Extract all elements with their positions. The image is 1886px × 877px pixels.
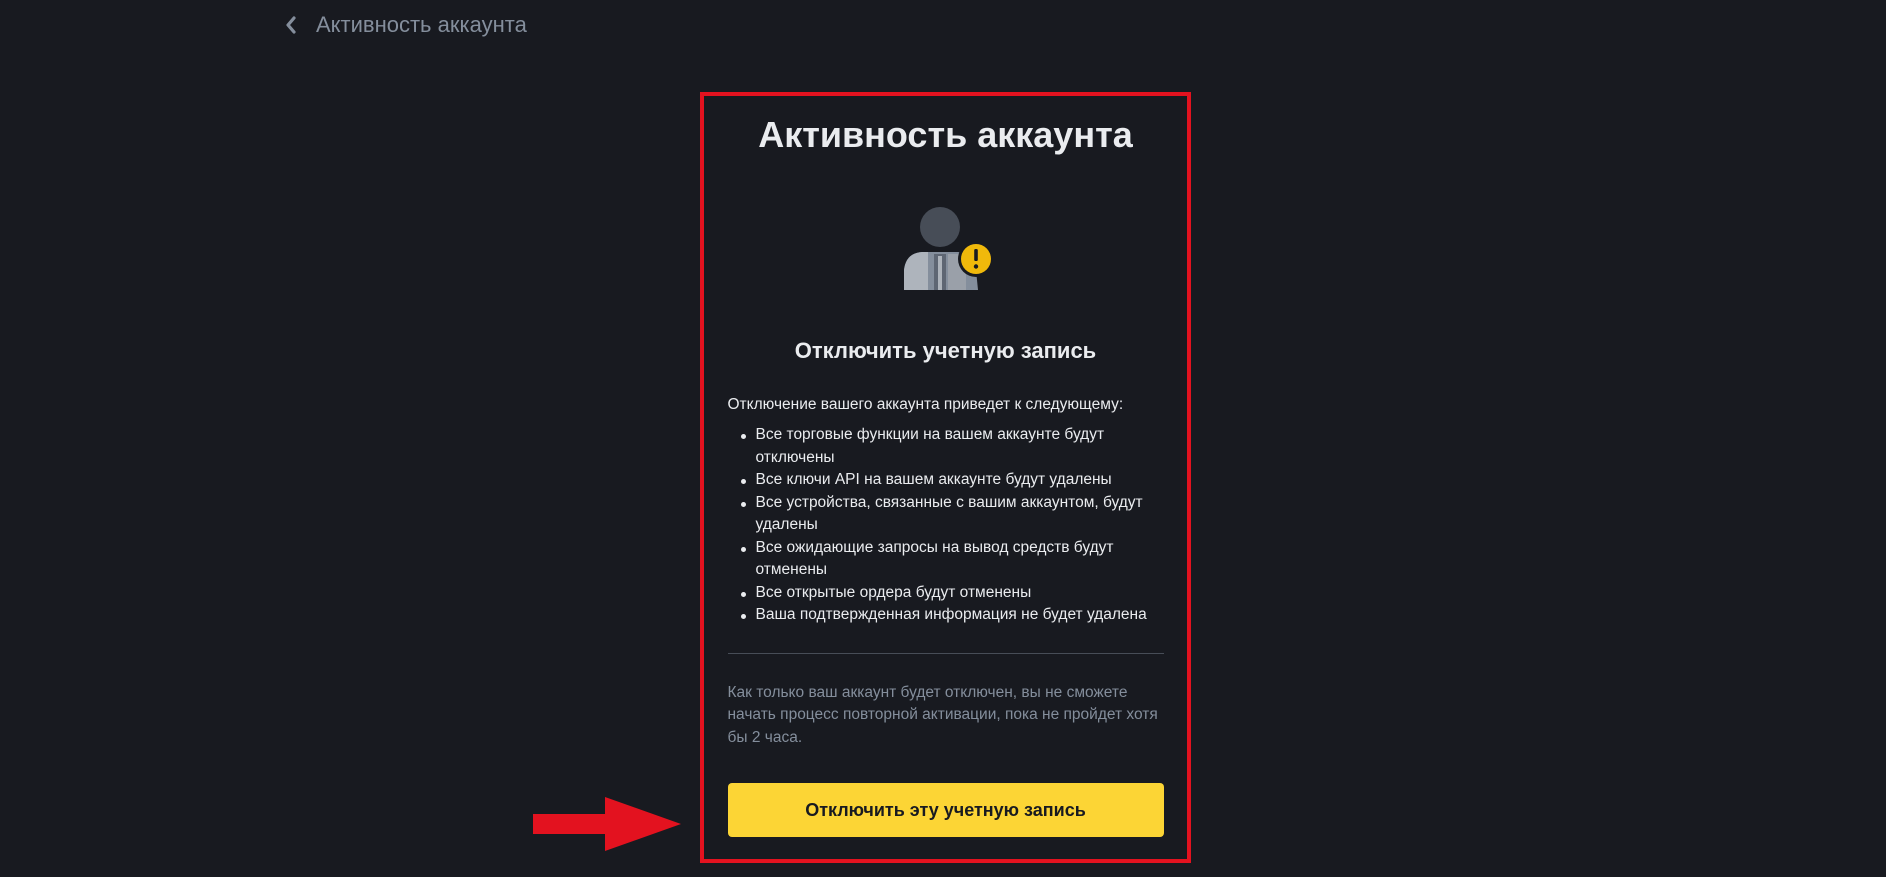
deactivate-account-card: Активность аккаунта Отключить учетную за… <box>704 96 1187 859</box>
consequence-item: Все открытые ордера будут отменены <box>728 582 1164 605</box>
divider <box>727 652 1164 654</box>
arrow-right-icon <box>533 797 681 851</box>
consequence-item: Все ключи API на вашем аккаунте будут уд… <box>728 469 1164 492</box>
consequences-intro: Отключение вашего аккаунта приведет к сл… <box>727 396 1124 413</box>
card-title: Активность аккаунта <box>758 114 1133 155</box>
back-navigation[interactable]: Активность аккаунта <box>280 8 527 42</box>
consequence-item: Ваша подтвержденная информация не будет … <box>728 604 1164 627</box>
disable-account-button[interactable]: Отключить эту учетную запись <box>727 783 1164 837</box>
chevron-left-icon[interactable] <box>280 14 302 36</box>
consequence-item: Все торговые функции на вашем аккаунте б… <box>728 424 1164 469</box>
section-subtitle: Отключить учетную запись <box>794 338 1097 363</box>
consequence-item: Все ожидающие запросы на вывод средств б… <box>728 537 1164 582</box>
user-warning-icon <box>903 207 994 290</box>
consequences-list: Все торговые функции на вашем аккаунте б… <box>728 424 1164 627</box>
reactivation-note: Как только ваш аккаунт будет отключен, в… <box>727 683 1158 746</box>
consequence-item: Все устройства, связанные с вашим аккаун… <box>728 492 1164 537</box>
page-title: Активность аккаунта <box>316 12 527 37</box>
consequences-section: Отключение вашего аккаунта приведет к сл… <box>727 394 1164 837</box>
